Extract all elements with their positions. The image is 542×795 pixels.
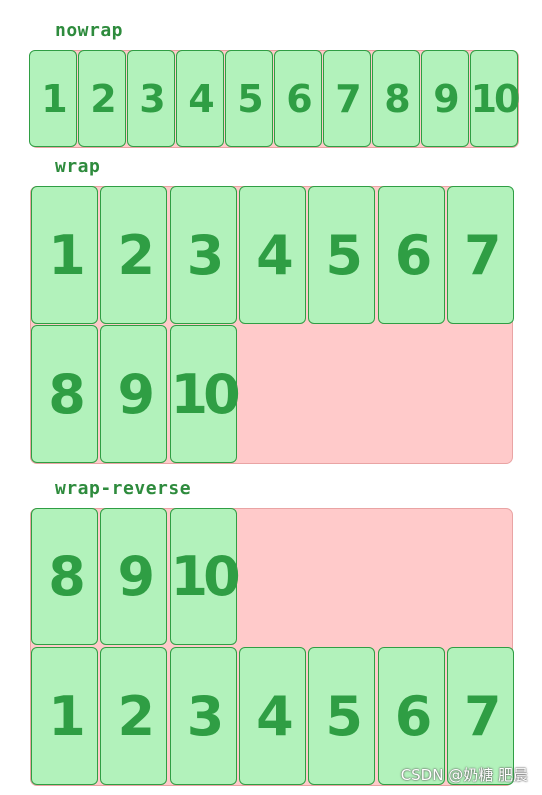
flex-item: 9 [421,50,469,147]
flex-item: 6 [274,50,322,147]
wrap-label: wrap [55,156,101,177]
flex-item: 3 [127,50,175,147]
flex-item: 9 [100,508,168,645]
flex-item: 8 [31,325,98,463]
wrap-reverse-label: wrap-reverse [55,478,192,499]
flex-item: 10 [169,508,241,645]
flex-item: 7 [446,186,514,324]
flex-item: 1 [31,647,98,785]
flex-item: 4 [238,186,306,324]
flex-item: 10 [470,50,520,147]
flex-item: 5 [308,186,376,324]
flex-item: 3 [169,647,237,785]
flex-item: 2 [100,186,168,324]
flex-item: 2 [100,647,168,785]
flex-item: 3 [169,186,237,324]
flex-item: 6 [377,186,445,324]
flex-item: 5 [225,50,273,147]
flex-item: 4 [176,50,224,147]
flex-item: 1 [31,186,98,324]
flex-item: 10 [169,325,241,463]
flex-item: 1 [29,50,77,147]
flex-item: 4 [238,647,306,785]
flex-item: 8 [372,50,420,147]
flex-item: 9 [100,325,168,463]
watermark: CSDN @奶糖 肥晨 [400,766,528,784]
flex-item: 7 [323,50,371,147]
flex-item: 8 [31,508,98,645]
flex-item: 2 [78,50,126,147]
nowrap-label: nowrap [55,20,124,41]
flex-item: 5 [308,647,376,785]
